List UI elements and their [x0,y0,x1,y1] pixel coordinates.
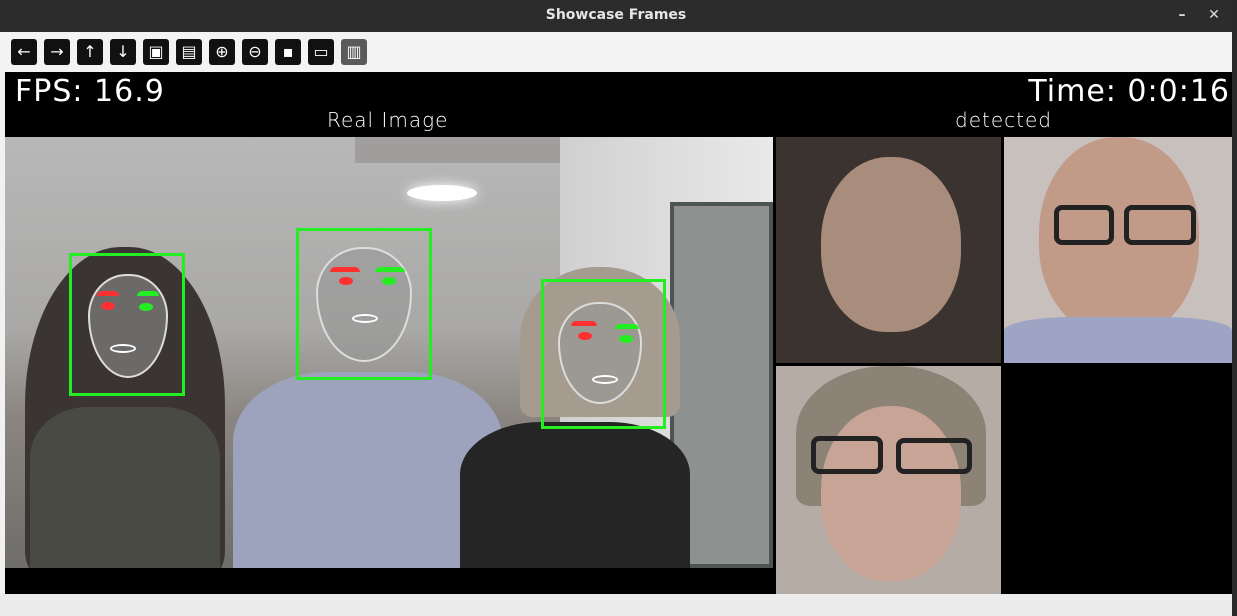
ceiling-lamp [407,185,477,201]
zoom-in-button[interactable]: ⊕ [209,39,235,65]
tile-3-glasses-left [811,436,883,474]
close-button[interactable]: ✕ [1202,4,1226,28]
clipboard-icon: ▭ [313,42,329,61]
image-icon: ▣ [148,42,164,61]
app-window: Showcase Frames – ✕ ← → ↑ ↓ ▣ ▤ ⊕ ⊖ ▪ ▭ ▥ FPS: 16.… [0,0,1232,616]
fps-readout: FPS: 16.9 [15,74,165,109]
tile-3-face [821,406,961,581]
back-button[interactable]: ← [11,39,37,65]
status-strip [0,594,1232,616]
toolbar: ← → ↑ ↓ ▣ ▤ ⊕ ⊖ ▪ ▭ ▥ [0,32,1232,72]
tile-2-shirt [1004,317,1232,363]
arrow-right-icon: → [50,42,64,61]
minimize-icon: – [1178,7,1186,23]
face-box-1 [69,253,185,396]
person-right-body [460,422,690,568]
display-canvas: FPS: 16.9 Time: 0:0:16 Real Image detect… [5,72,1232,594]
arrow-up-icon: ↑ [83,42,97,61]
face-box-2 [296,228,432,380]
save-button[interactable]: ▪ [275,39,301,65]
up-button[interactable]: ↑ [77,39,103,65]
real-image-view [5,137,773,568]
tile-2-glasses-left [1054,205,1114,245]
ceiling-pipe [355,137,565,163]
tile-1-face [821,157,961,332]
image-settings-icon: ▤ [181,42,197,61]
image-settings-button[interactable]: ▤ [176,39,202,65]
copy-button[interactable]: ▭ [308,39,334,65]
image-button[interactable]: ▣ [143,39,169,65]
window-title: Showcase Frames [545,7,687,23]
close-icon: ✕ [1208,7,1220,23]
face-box-3 [541,279,666,429]
person-left-body [30,407,220,568]
down-button[interactable]: ↓ [110,39,136,65]
tile-3-glasses-right [896,438,972,474]
arrow-left-icon: ← [17,42,31,61]
arrow-down-icon: ↓ [116,42,130,61]
detected-face-1 [776,137,1001,363]
detected-face-2 [1004,137,1232,363]
properties-icon: ▥ [346,42,362,61]
detected-face-3 [776,366,1001,594]
properties-button[interactable]: ▥ [341,39,367,65]
time-readout: Time: 0:0:16 [1028,74,1230,109]
real-image-label: Real Image [327,108,449,132]
zoom-out-icon: ⊖ [248,42,262,61]
minimize-button[interactable]: – [1170,4,1194,28]
title-bar: Showcase Frames – ✕ [0,0,1232,32]
zoom-out-button[interactable]: ⊖ [242,39,268,65]
forward-button[interactable]: → [44,39,70,65]
tile-2-glasses-right [1124,205,1196,245]
save-icon: ▪ [282,42,294,61]
detected-label: detected [955,108,1052,132]
zoom-in-icon: ⊕ [215,42,229,61]
